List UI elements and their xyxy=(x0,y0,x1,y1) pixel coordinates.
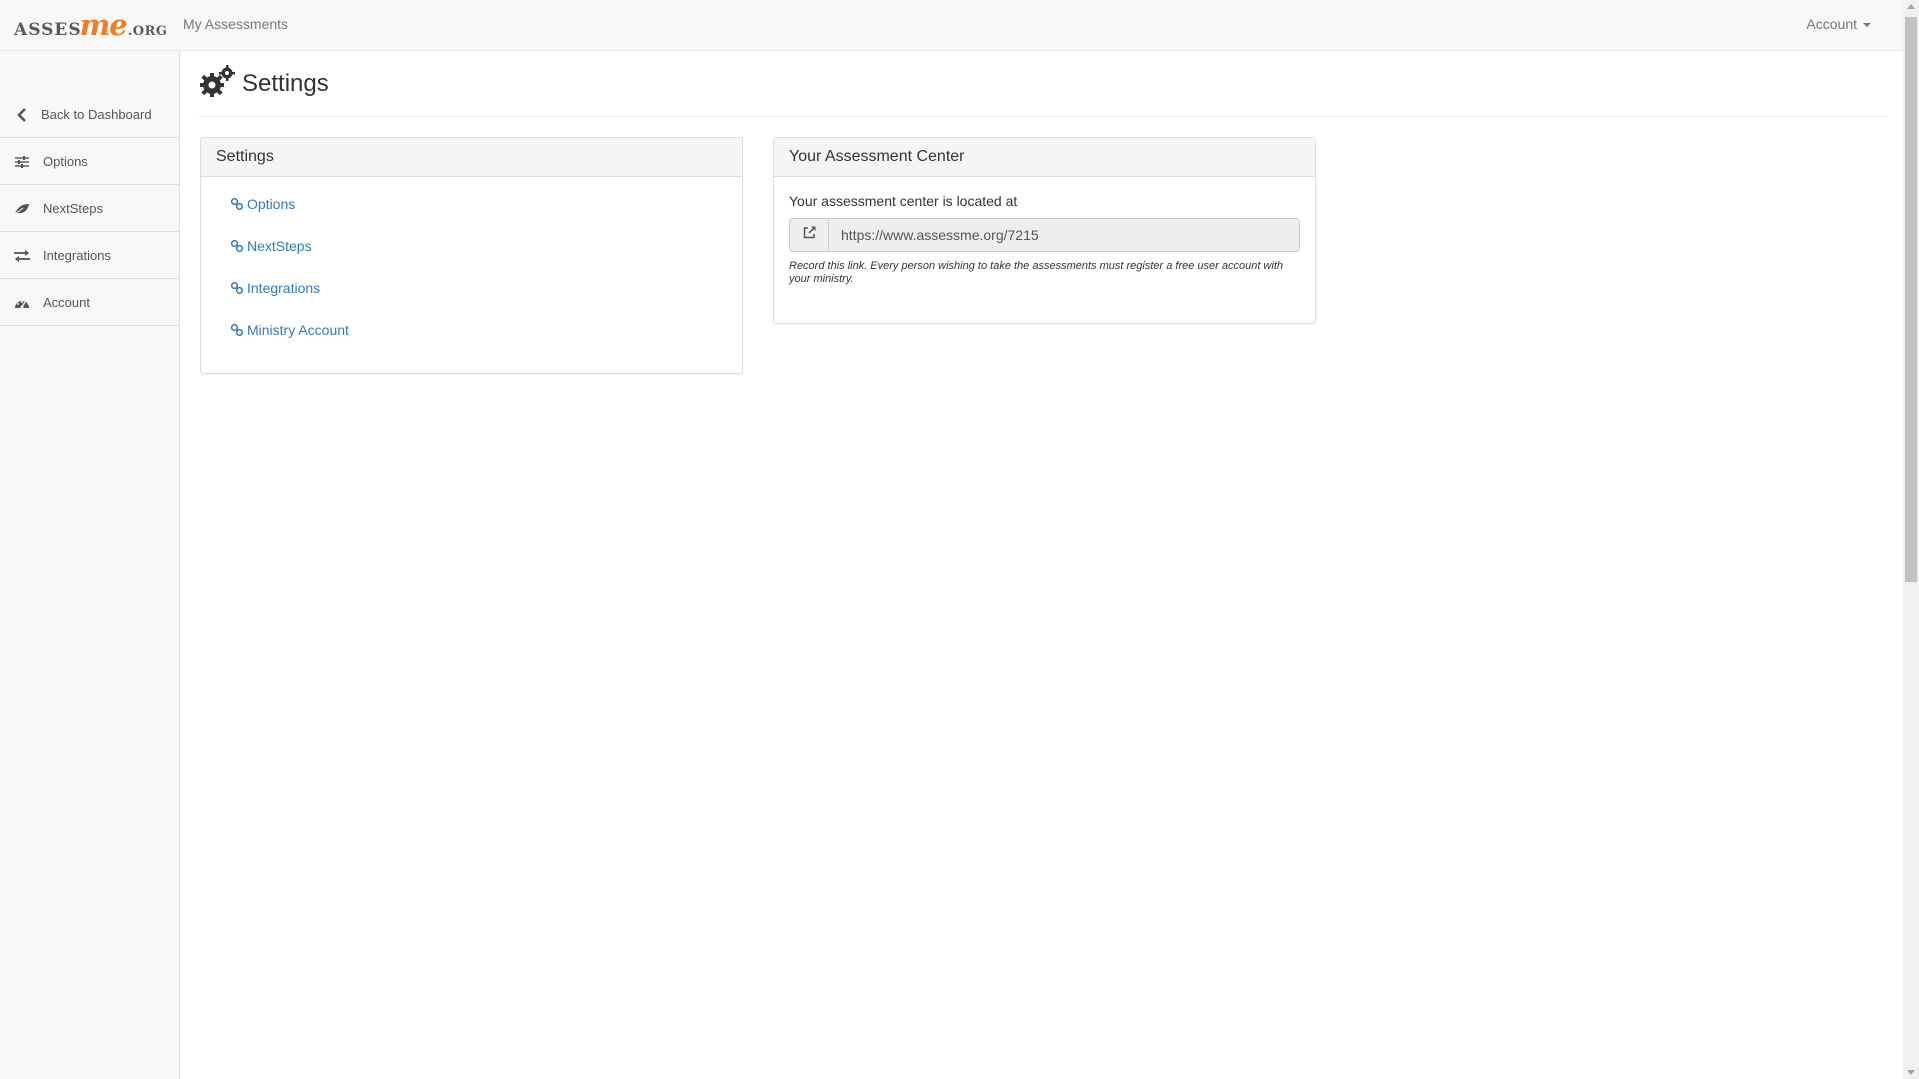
assessment-center-body: Your assessment center is located at Rec… xyxy=(774,177,1315,302)
brand-part-1: ASSES xyxy=(14,20,82,40)
link-icon xyxy=(231,282,243,294)
sidebar-back-label: Back to Dashboard xyxy=(41,107,152,122)
brand-part-2: me xyxy=(79,8,128,42)
sidebar-item-nextsteps-label: NextSteps xyxy=(43,201,103,216)
link-icon xyxy=(231,240,243,252)
page-title: Settings xyxy=(242,70,329,97)
ministry-account-link[interactable]: Ministry Account xyxy=(231,322,349,338)
settings-link-list: Options NextSteps Integrations Ministry … xyxy=(201,177,742,364)
assessment-center-heading: Your Assessment Center xyxy=(774,138,1315,177)
open-link-button[interactable] xyxy=(789,218,829,252)
list-item: Integrations xyxy=(231,280,742,322)
vertical-scrollbar[interactable] xyxy=(1903,0,1919,1079)
integrations-link-label: Integrations xyxy=(247,280,321,296)
dashboard-icon xyxy=(13,294,31,312)
top-navbar: ASSES me .ORG My Assessments Account xyxy=(0,0,1903,51)
account-dropdown-label: Account xyxy=(1806,16,1857,32)
scroll-up-arrow-icon[interactable] xyxy=(1907,4,1915,9)
help-text: Record this link. Every person wishing t… xyxy=(789,260,1283,285)
sidebar-item-options-label: Options xyxy=(43,154,88,169)
assessment-center-panel: Your Assessment Center Your assessment c… xyxy=(773,137,1316,324)
list-item: NextSteps xyxy=(231,238,742,280)
my-assessments-link[interactable]: My Assessments xyxy=(183,16,288,32)
scroll-down-arrow-icon[interactable] xyxy=(1907,1070,1915,1075)
nextsteps-link[interactable]: NextSteps xyxy=(231,238,312,254)
list-item: Options xyxy=(231,196,742,238)
integrations-link[interactable]: Integrations xyxy=(231,280,320,296)
sidebar: Back to Dashboard Options NextSteps Inte… xyxy=(0,51,180,1079)
sidebar-item-integrations[interactable]: Integrations xyxy=(0,233,179,279)
options-link-label: Options xyxy=(247,196,296,212)
nextsteps-link-label: NextSteps xyxy=(247,238,312,254)
link-icon xyxy=(231,324,243,336)
sidebar-item-options[interactable]: Options xyxy=(0,139,179,185)
brand-part-3: .ORG xyxy=(127,24,168,39)
sidebar-item-account[interactable]: Account xyxy=(0,280,179,326)
leaf-icon xyxy=(13,200,31,218)
assessment-center-url-field[interactable] xyxy=(829,218,1300,252)
settings-panel-heading: Settings xyxy=(201,138,742,177)
ministry-account-link-label: Ministry Account xyxy=(247,322,349,338)
located-at-text: Your assessment center is located at xyxy=(789,193,1018,209)
sidebar-item-account-label: Account xyxy=(43,295,90,310)
scrollbar-thumb[interactable] xyxy=(1905,17,1917,582)
gears-icon xyxy=(199,64,235,104)
page-header: Settings xyxy=(199,64,329,104)
options-link[interactable]: Options xyxy=(231,196,295,212)
account-dropdown[interactable]: Account xyxy=(1806,16,1871,32)
title-divider xyxy=(199,116,1887,117)
list-item: Ministry Account xyxy=(231,322,742,364)
settings-panel: Settings Options NextSteps Integrations … xyxy=(200,137,743,374)
sidebar-item-nextsteps[interactable]: NextSteps xyxy=(0,186,179,232)
exchange-icon xyxy=(13,247,31,265)
brand-logo[interactable]: ASSES me .ORG xyxy=(14,8,168,42)
caret-down-icon xyxy=(1863,23,1871,27)
url-input-group xyxy=(789,218,1300,252)
sliders-icon xyxy=(13,153,31,171)
sidebar-item-integrations-label: Integrations xyxy=(43,248,111,263)
chevron-left-icon xyxy=(13,106,31,124)
external-link-icon xyxy=(803,226,816,244)
link-icon xyxy=(231,198,243,210)
sidebar-back-to-dashboard[interactable]: Back to Dashboard xyxy=(0,92,179,138)
